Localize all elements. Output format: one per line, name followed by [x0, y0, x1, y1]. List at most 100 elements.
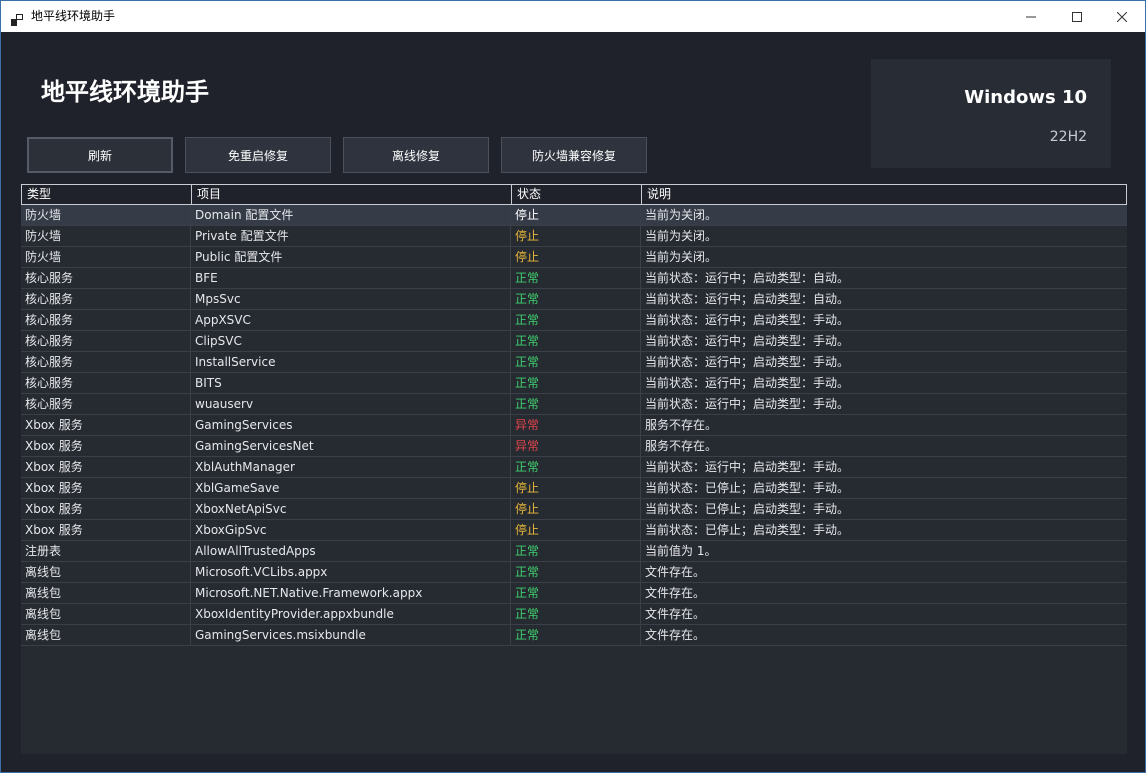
cell-item: Microsoft.NET.Native.Framework.appx [191, 583, 511, 603]
cell-item: Private 配置文件 [191, 226, 511, 246]
table-row[interactable]: 核心服务 MpsSvc 正常 当前状态：运行中；启动类型：自动。 [21, 289, 1127, 310]
table-row[interactable]: 核心服务 wuauserv 正常 当前状态：运行中；启动类型：手动。 [21, 394, 1127, 415]
cell-description: 当前状态：运行中；启动类型：手动。 [645, 334, 850, 348]
cell-status: 停止 [511, 247, 641, 267]
cell-item: MpsSvc [191, 289, 511, 309]
cell-item: wuauserv [191, 394, 511, 414]
cell-item: XboxNetApiSvc [191, 499, 511, 519]
cell-status: 正常 [511, 394, 641, 414]
table-row[interactable]: Xbox 服务 XblAuthManager 正常 当前状态：运行中；启动类型：手动。 [21, 457, 1127, 478]
cell-item: InstallService [191, 352, 511, 372]
cell-status: 正常 [511, 268, 641, 288]
cell-status: 正常 [511, 289, 641, 309]
cell-type: 核心服务 [21, 352, 191, 372]
repair-no-restart-button[interactable]: 免重启修复 [185, 137, 331, 173]
table-row[interactable]: Xbox 服务 XboxGipSvc 停止 当前状态：已停止；启动类型：手动。 [21, 520, 1127, 541]
minimize-icon [1026, 12, 1036, 22]
table-row[interactable]: Xbox 服务 XblGameSave 停止 当前状态：已停止；启动类型：手动。 [21, 478, 1127, 499]
app-window: 地平线环境助手 地平线环境助手 Windows 10 22H2 刷新 免重启修复… [0, 0, 1146, 773]
cell-description: 服务不存在。 [645, 418, 718, 432]
cell-item: XblAuthManager [191, 457, 511, 477]
firewall-compat-repair-button[interactable]: 防火墙兼容修复 [501, 137, 647, 173]
maximize-button[interactable] [1054, 1, 1100, 32]
table-row[interactable]: 核心服务 InstallService 正常 当前状态：运行中；启动类型：手动。 [21, 352, 1127, 373]
cell-item: BITS [191, 373, 511, 393]
cell-type: Xbox 服务 [21, 499, 191, 519]
status-table[interactable]: 类型 项目 状态 说明 防火墙 Domain 配置文件 停止 当前为关闭。 防火墙 Pri… [21, 184, 1127, 754]
cell-item: XboxIdentityProvider.appxbundle [191, 604, 511, 624]
cell-type: 核心服务 [21, 268, 191, 288]
cell-type: 防火墙 [21, 247, 191, 267]
table-row[interactable]: Xbox 服务 GamingServicesNet 异常 服务不存在。 [21, 436, 1127, 457]
cell-status: 正常 [511, 562, 641, 582]
cell-item: GamingServices [191, 415, 511, 435]
cell-type: 核心服务 [21, 331, 191, 351]
column-header-item[interactable]: 项目 [192, 185, 512, 204]
app-icon [11, 11, 23, 26]
cell-status: 正常 [511, 604, 641, 624]
column-header-description[interactable]: 说明 [642, 185, 1126, 204]
cell-description: 当前状态：运行中；启动类型：手动。 [645, 313, 850, 327]
cell-description: 当前为关闭。 [645, 208, 718, 222]
maximize-icon [1072, 11, 1082, 22]
table-row[interactable]: 核心服务 ClipSVC 正常 当前状态：运行中；启动类型：手动。 [21, 331, 1127, 352]
cell-description: 当前状态：已停止；启动类型：手动。 [645, 481, 850, 495]
table-row[interactable]: 离线包 Microsoft.VCLibs.appx 正常 文件存在。 [21, 562, 1127, 583]
cell-type: 离线包 [21, 604, 191, 624]
cell-type: Xbox 服务 [21, 436, 191, 456]
cell-type: 核心服务 [21, 310, 191, 330]
table-row[interactable]: 防火墙 Domain 配置文件 停止 当前为关闭。 [21, 205, 1127, 226]
title-bar[interactable]: 地平线环境助手 [1, 1, 1145, 32]
column-header-type[interactable]: 类型 [22, 185, 192, 204]
cell-status: 停止 [511, 478, 641, 498]
cell-status: 正常 [511, 352, 641, 372]
close-icon [1117, 11, 1127, 22]
cell-item: XboxGipSvc [191, 520, 511, 540]
cell-status: 停止 [511, 205, 641, 225]
minimize-button[interactable] [1008, 1, 1054, 32]
cell-status: 正常 [511, 331, 641, 351]
cell-item: XblGameSave [191, 478, 511, 498]
os-name: Windows 10 [964, 87, 1087, 108]
cell-description: 当前状态：已停止；启动类型：手动。 [645, 523, 850, 537]
cell-item: AppXSVC [191, 310, 511, 330]
table-header: 类型 项目 状态 说明 [21, 184, 1127, 205]
cell-description: 当前状态：已停止；启动类型：手动。 [645, 502, 850, 516]
table-row[interactable]: 防火墙 Public 配置文件 停止 当前为关闭。 [21, 247, 1127, 268]
close-button[interactable] [1099, 1, 1145, 32]
offline-repair-button[interactable]: 离线修复 [343, 137, 489, 173]
cell-type: 核心服务 [21, 373, 191, 393]
cell-status: 正常 [511, 457, 641, 477]
cell-description: 当前值为 1。 [645, 544, 717, 558]
system-info-panel: Windows 10 22H2 [871, 59, 1111, 168]
cell-type: Xbox 服务 [21, 520, 191, 540]
page-title: 地平线环境助手 [41, 78, 209, 106]
table-row[interactable]: 核心服务 BFE 正常 当前状态：运行中；启动类型：自动。 [21, 268, 1127, 289]
cell-description: 服务不存在。 [645, 439, 718, 453]
table-row[interactable]: 核心服务 AppXSVC 正常 当前状态：运行中；启动类型：手动。 [21, 310, 1127, 331]
cell-type: Xbox 服务 [21, 457, 191, 477]
table-row[interactable]: Xbox 服务 GamingServices 异常 服务不存在。 [21, 415, 1127, 436]
cell-description: 当前状态：运行中；启动类型：自动。 [645, 292, 850, 306]
column-header-status[interactable]: 状态 [512, 185, 642, 204]
window-title: 地平线环境助手 [31, 9, 116, 23]
cell-type: 离线包 [21, 562, 191, 582]
os-version: 22H2 [1049, 129, 1087, 145]
table-row[interactable]: 防火墙 Private 配置文件 停止 当前为关闭。 [21, 226, 1127, 247]
cell-item: GamingServicesNet [191, 436, 511, 456]
table-row[interactable]: 离线包 XboxIdentityProvider.appxbundle 正常 文件存在… [21, 604, 1127, 625]
table-row[interactable]: 注册表 AllowAllTrustedApps 正常 当前值为 1。 [21, 541, 1127, 562]
cell-type: 离线包 [21, 625, 191, 645]
cell-item: Public 配置文件 [191, 247, 511, 267]
table-row[interactable]: 离线包 Microsoft.NET.Native.Framework.appx 正常… [21, 583, 1127, 604]
cell-item: BFE [191, 268, 511, 288]
cell-status: 异常 [511, 436, 641, 456]
refresh-button[interactable]: 刷新 [27, 137, 173, 173]
table-row[interactable]: 核心服务 BITS 正常 当前状态：运行中；启动类型：手动。 [21, 373, 1127, 394]
cell-status: 正常 [511, 583, 641, 603]
cell-status: 正常 [511, 625, 641, 645]
cell-status: 正常 [511, 541, 641, 561]
table-row[interactable]: Xbox 服务 XboxNetApiSvc 停止 当前状态：已停止；启动类型：手动。 [21, 499, 1127, 520]
cell-description: 当前为关闭。 [645, 250, 718, 264]
table-row[interactable]: 离线包 GamingServices.msixbundle 正常 文件存在。 [21, 625, 1127, 646]
